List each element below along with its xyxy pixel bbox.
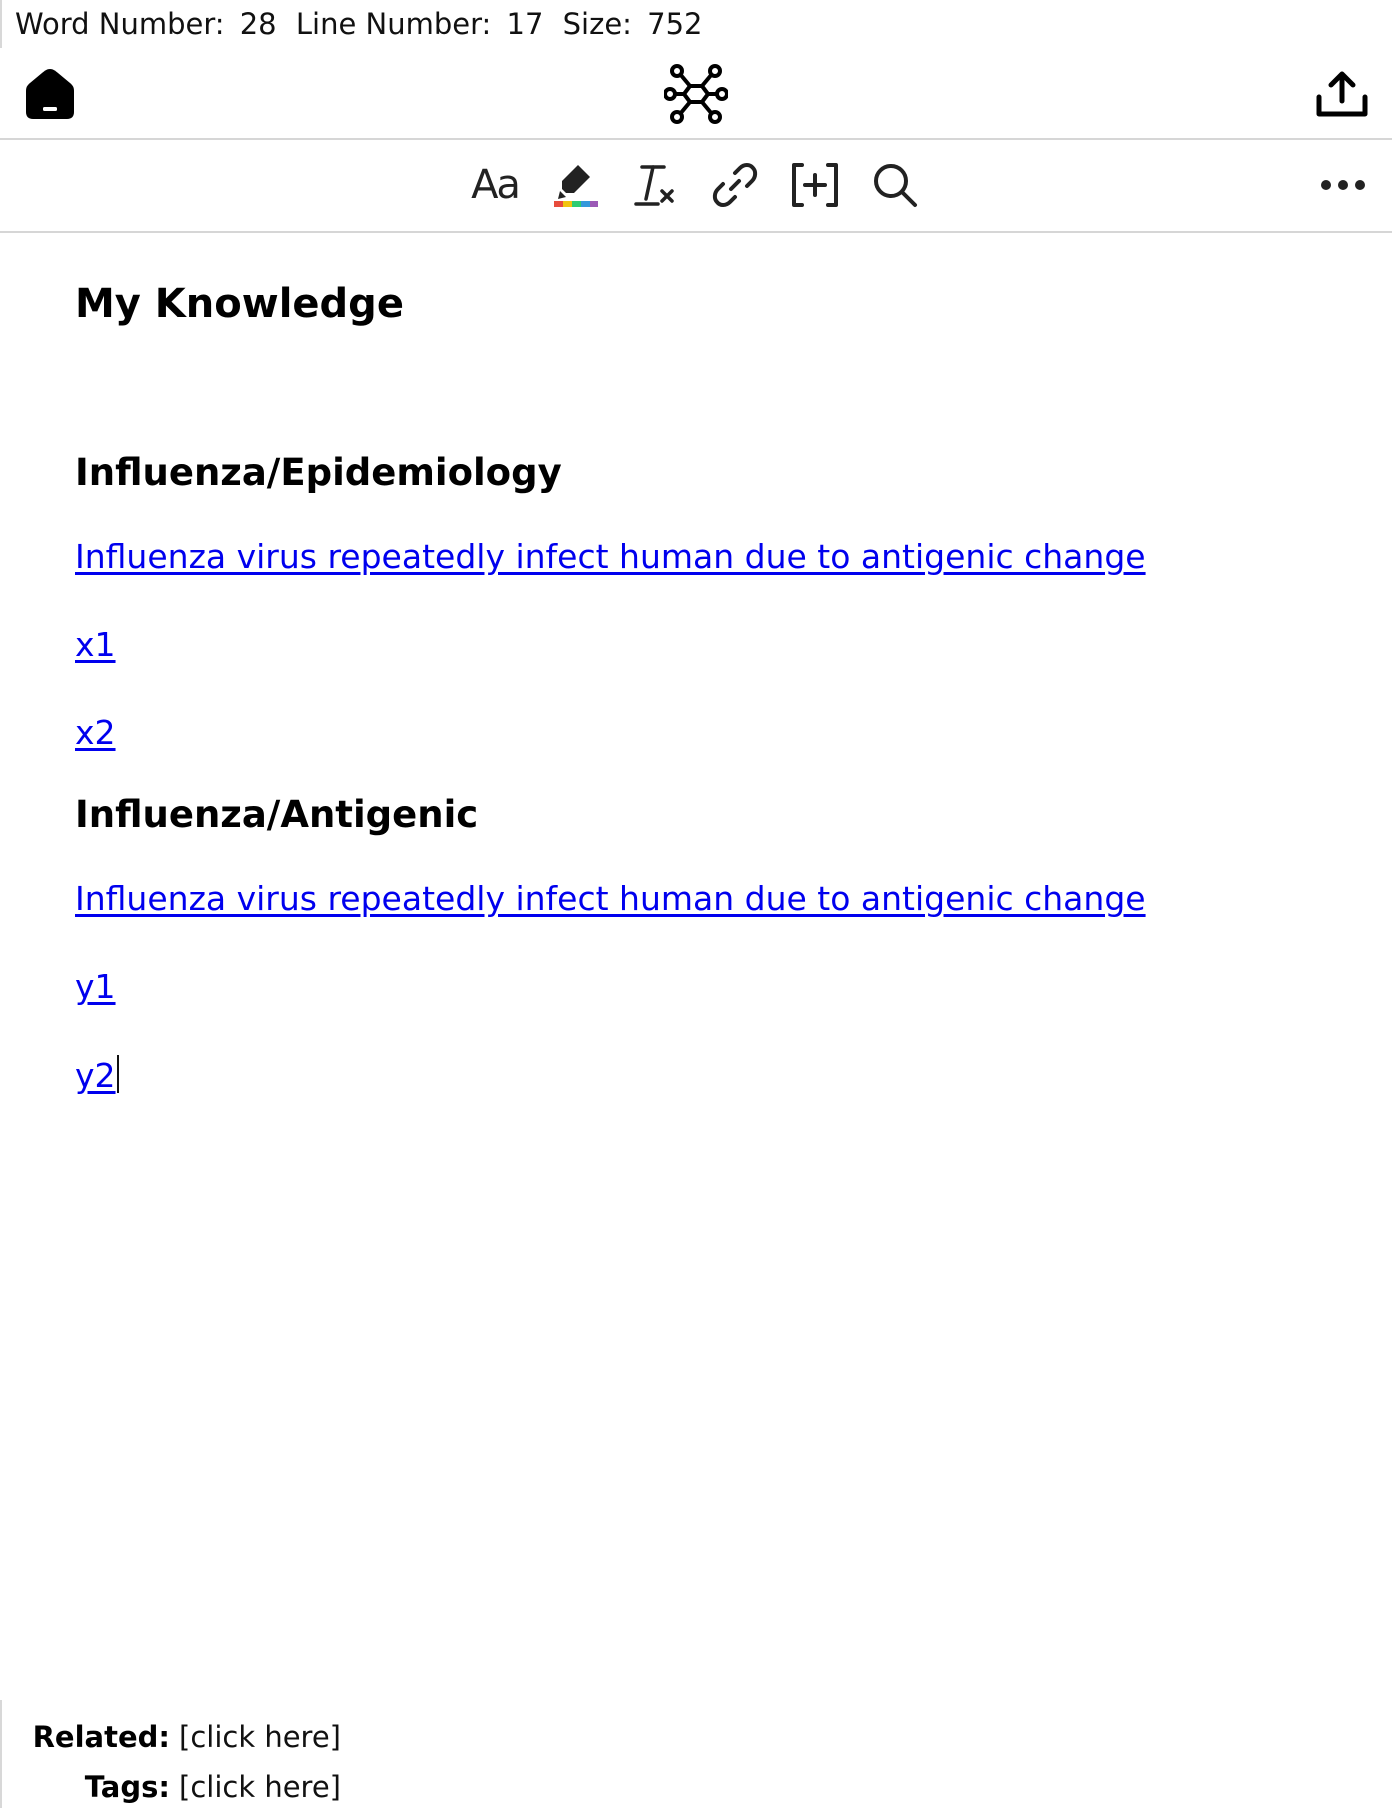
graph-view-button[interactable]: [660, 58, 732, 130]
search-icon: [874, 164, 917, 207]
insert-block-button[interactable]: [782, 152, 848, 218]
font-size-icon: Aa: [471, 162, 521, 208]
insert-bracket-icon: [792, 163, 838, 207]
tags-row: Tags: [click here]: [2, 1764, 602, 1808]
highlight-button[interactable]: [542, 152, 608, 218]
clear-format-button[interactable]: [622, 152, 688, 218]
link-icon: [712, 163, 758, 207]
document-title: My Knowledge: [75, 281, 404, 327]
size-value: 752: [647, 7, 703, 41]
top-nav-bar: [0, 48, 1392, 140]
home-button[interactable]: [18, 62, 82, 126]
format-toolbar: Aa: [0, 140, 1392, 233]
note-link[interactable]: Influenza virus repeatedly infect human …: [75, 537, 1146, 576]
note-link[interactable]: y1: [75, 967, 116, 1006]
word-number-label: Word Number:: [15, 7, 225, 41]
font-size-button[interactable]: Aa: [462, 152, 528, 218]
related-link[interactable]: [click here]: [179, 1714, 341, 1760]
related-row: Related: [click here]: [2, 1714, 602, 1760]
tags-link[interactable]: [click here]: [179, 1764, 341, 1808]
more-icon: [1321, 180, 1365, 190]
word-number-value: 28: [239, 7, 277, 41]
graph-icon: [664, 64, 728, 124]
last-line: y2: [75, 1055, 119, 1095]
related-label: Related:: [32, 1720, 170, 1754]
tags-label: Tags:: [84, 1770, 170, 1804]
section-heading: Influenza/Antigenic: [75, 793, 479, 836]
metadata-footer: Related: [click here] Tags: [click here]: [0, 1700, 1392, 1808]
text-cursor: [116, 1055, 119, 1093]
search-button[interactable]: [862, 152, 928, 218]
share-icon: [1316, 71, 1368, 117]
clear-format-icon: [634, 165, 674, 206]
line-number-label: Line Number:: [295, 7, 492, 41]
note-link[interactable]: Influenza virus repeatedly infect human …: [75, 879, 1146, 918]
more-options-button[interactable]: [1310, 152, 1376, 218]
note-link[interactable]: x1: [75, 625, 116, 664]
section-heading: Influenza/Epidemiology: [75, 451, 562, 494]
editor-page: Word Number: 28 Line Number: 17 Size: 75…: [0, 0, 1392, 1808]
line-number-value: 17: [506, 7, 544, 41]
share-button[interactable]: [1310, 62, 1374, 126]
status-bar: Word Number: 28 Line Number: 17 Size: 75…: [0, 0, 1390, 48]
note-link[interactable]: x2: [75, 713, 116, 752]
note-link[interactable]: y2: [75, 1056, 116, 1095]
highlighter-icon: [554, 165, 598, 207]
size-label: Size:: [562, 7, 632, 41]
insert-link-button[interactable]: [702, 152, 768, 218]
home-icon: [26, 69, 74, 119]
